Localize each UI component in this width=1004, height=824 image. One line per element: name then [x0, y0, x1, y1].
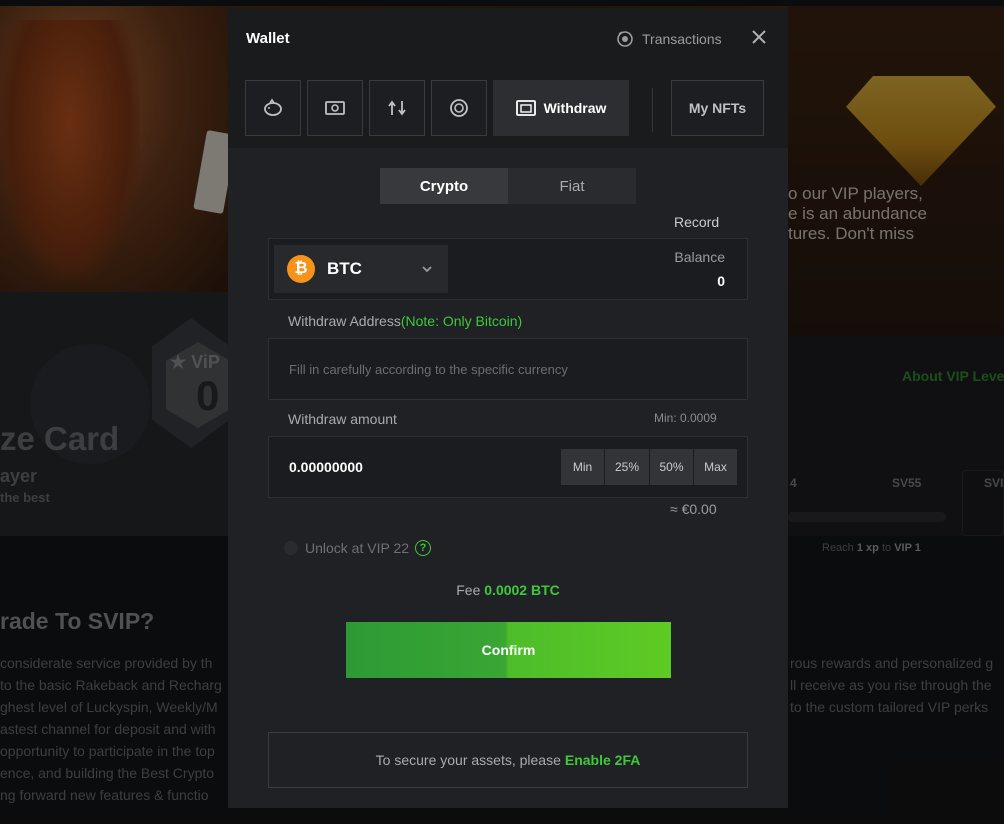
address-input[interactable]	[289, 339, 729, 399]
fee-label: Fee	[456, 582, 481, 598]
tab-nfts-label: My NFTs	[688, 100, 747, 116]
address-label-text: Withdraw Address	[288, 313, 401, 329]
tab-deposit[interactable]	[245, 80, 301, 136]
address-label: Withdraw Address(Note: Only Bitcoin)	[288, 313, 522, 329]
unlock-checkbox[interactable]	[284, 541, 298, 555]
amount-box: 0.00000000 Min 25% 50% Max	[268, 436, 748, 498]
tab-my-nfts[interactable]: My NFTs	[671, 80, 764, 136]
balance-label: Balance	[674, 249, 725, 265]
close-button[interactable]	[748, 26, 770, 48]
chevron-down-icon	[422, 266, 432, 273]
address-box	[268, 338, 748, 400]
currency-select[interactable]: ₿ BTC	[274, 245, 448, 293]
fee-value: 0.0002 BTC	[484, 582, 560, 598]
enable-2fa-link[interactable]: Enable 2FA	[565, 752, 640, 768]
currency-symbol: BTC	[327, 259, 362, 278]
segment-fiat[interactable]: Fiat	[508, 168, 636, 204]
transactions-label: Transactions	[642, 31, 722, 47]
address-note: (Note: Only Bitcoin)	[400, 313, 523, 329]
25-percent-button[interactable]: 25%	[605, 449, 649, 485]
segment-crypto[interactable]: Crypto	[380, 168, 508, 204]
fiat-equivalent: ≈ €0.00	[670, 501, 717, 517]
close-icon	[752, 30, 766, 44]
min-button[interactable]: Min	[561, 449, 604, 485]
currency-box: ₿ BTC Balance 0	[268, 238, 748, 300]
bitcoin-icon: ₿	[287, 255, 315, 283]
50-percent-button[interactable]: 50%	[650, 449, 693, 485]
unlock-label: Unlock at VIP 22	[305, 540, 410, 556]
tab-buy[interactable]	[307, 80, 363, 136]
tab-divider	[652, 88, 653, 132]
amount-input[interactable]: 0.00000000	[289, 459, 363, 475]
transactions-button[interactable]: Transactions	[616, 28, 722, 50]
tab-withdraw[interactable]: Withdraw	[493, 80, 629, 136]
transactions-icon	[617, 31, 633, 47]
swap-icon	[388, 100, 406, 116]
cash-icon	[325, 101, 345, 115]
balance-value: 0	[717, 273, 725, 289]
tab-withdraw-label: Withdraw	[543, 100, 607, 116]
security-notice: To secure your assets, please Enable 2FA	[268, 732, 748, 788]
fee-text: Fee 0.0002 BTC	[228, 582, 788, 598]
vault-icon	[450, 99, 468, 117]
withdraw-icon	[515, 100, 536, 116]
min-amount-note: Min: 0.0009	[654, 411, 717, 425]
tab-swap[interactable]	[369, 80, 425, 136]
record-link[interactable]: Record	[674, 214, 719, 230]
unlock-row: Unlock at VIP 22 ?	[284, 540, 432, 556]
help-icon[interactable]: ?	[415, 540, 432, 556]
quick-amount-group: Min 25% 50% Max	[561, 449, 738, 485]
security-text: To secure your assets, please	[375, 752, 561, 768]
piggy-bank-icon	[264, 98, 282, 116]
confirm-button[interactable]: Confirm	[346, 622, 671, 678]
amount-label: Withdraw amount	[288, 411, 397, 427]
wallet-modal: Wallet Transactions Withdraw My NFTs Cry…	[228, 8, 788, 808]
tab-vault[interactable]	[431, 80, 487, 136]
wallet-title: Wallet	[246, 30, 290, 47]
wallet-header: Wallet Transactions Withdraw My NFTs	[228, 8, 788, 148]
max-button[interactable]: Max	[694, 449, 737, 485]
